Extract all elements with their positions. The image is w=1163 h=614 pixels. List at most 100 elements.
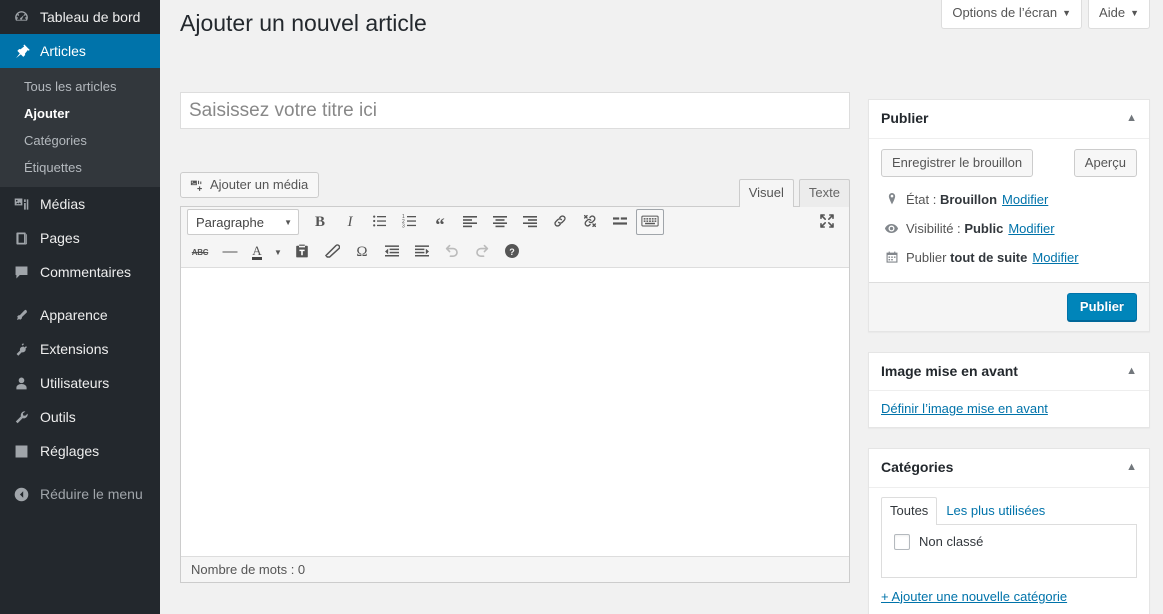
special-character-button[interactable]: Ω — [348, 239, 376, 265]
pin-marker-icon — [882, 192, 901, 206]
tab-text[interactable]: Texte — [798, 179, 850, 207]
post-schedule-value: tout de suite — [950, 249, 1028, 265]
dashboard-icon — [11, 7, 31, 27]
add-media-button[interactable]: Ajouter un média — [180, 172, 320, 198]
paragraph-format-select[interactable]: Paragraphe ▼ — [187, 209, 299, 235]
plugins-plug-icon — [11, 339, 31, 359]
category-checkbox[interactable] — [894, 533, 910, 550]
add-new-category-link[interactable]: + Ajouter une nouvelle catégorie — [881, 589, 1067, 604]
italic-icon: I — [347, 213, 353, 230]
keyboard-shortcuts-button[interactable] — [636, 209, 664, 235]
sidebar-item-medias[interactable]: Médias — [0, 187, 160, 221]
outdent-icon — [384, 243, 400, 262]
align-left-button[interactable] — [456, 209, 484, 235]
category-item[interactable]: Non classé — [892, 533, 1126, 550]
sidebar-item-extensions[interactable]: Extensions — [0, 332, 160, 366]
featured-image-header[interactable]: Image mise en avant ▲ — [869, 353, 1149, 392]
add-media-label: Ajouter un média — [210, 177, 309, 192]
sidebar-item-reglages[interactable]: Réglages — [0, 434, 160, 468]
strikethrough-button[interactable]: ABC — [186, 239, 214, 265]
indent-button[interactable] — [408, 239, 436, 265]
sidebar-item-commentaires[interactable]: Commentaires — [0, 255, 160, 289]
help-toolbar-button[interactable]: ? — [498, 239, 526, 265]
articles-submenu: Tous les articles Ajouter Catégories Éti… — [0, 68, 160, 187]
fullscreen-button[interactable] — [813, 209, 841, 235]
admin-body: Options de l’écran ▼ Aide ▼ Ajouter un nou… — [160, 0, 1163, 614]
save-draft-button[interactable]: Enregistrer le brouillon — [881, 148, 1034, 177]
bold-button[interactable]: B — [306, 209, 334, 235]
text-color-button[interactable]: A — [246, 239, 268, 265]
sidebar-item-utilisateurs[interactable]: Utilisateurs — [0, 366, 160, 400]
outdent-button[interactable] — [378, 239, 406, 265]
edit-schedule-link[interactable]: Modifier — [1032, 248, 1078, 267]
align-right-button[interactable] — [516, 209, 544, 235]
editor-status-bar: Nombre de mots : 0 — [181, 556, 849, 582]
sidebar-item-label: Apparence — [40, 307, 108, 323]
sidebar-item-label: Tableau de bord — [40, 9, 141, 25]
sidebar-item-apparence[interactable]: Apparence — [0, 298, 160, 332]
post-visibility-row: Visibilité : Public Modifier — [881, 214, 1137, 243]
post-content-editable-area[interactable] — [181, 268, 849, 556]
set-featured-image-link[interactable]: Définir l’image mise en avant — [881, 391, 1048, 416]
fullscreen-icon — [819, 213, 835, 232]
meta-boxes-column: Publier ▲ Enregistrer le brouillon Aperç… — [868, 99, 1150, 614]
help-button[interactable]: Aide ▼ — [1088, 0, 1150, 29]
strikethrough-icon: ABC — [191, 247, 209, 257]
align-center-button[interactable] — [486, 209, 514, 235]
horizontal-rule-button[interactable]: — — [216, 239, 244, 265]
sidebar-item-articles[interactable]: Articles — [0, 34, 168, 68]
post-status-label: État : — [906, 191, 937, 207]
collapse-menu-button[interactable]: Réduire le menu — [0, 477, 160, 511]
post-editor-column: Ajouter un média Visuel Texte — [180, 92, 850, 583]
bulleted-list-button[interactable] — [366, 209, 394, 235]
post-status-value: Brouillon — [939, 191, 998, 207]
post-title-input[interactable] — [180, 92, 850, 129]
editor-toolbar-row-1: Paragraphe ▼ B I 1 2 3 “ — [181, 207, 849, 237]
sidebar-item-outils[interactable]: Outils — [0, 400, 160, 434]
tab-most-used-categories[interactable]: Les plus utilisées — [937, 497, 1054, 524]
blockquote-button[interactable]: “ — [426, 209, 454, 235]
undo-button[interactable] — [438, 239, 466, 265]
screen-options-button[interactable]: Options de l’écran ▼ — [941, 0, 1083, 29]
text-color-dropdown-button[interactable]: ▼ — [270, 239, 286, 265]
submenu-item-categories[interactable]: Catégories — [0, 127, 160, 154]
unlink-button[interactable] — [576, 209, 604, 235]
title-field-wrapper — [180, 92, 850, 129]
align-right-icon — [522, 213, 538, 232]
sidebar-item-tableau-de-bord[interactable]: Tableau de bord — [0, 0, 160, 34]
pin-icon — [11, 41, 31, 61]
chevron-up-icon[interactable]: ▲ — [1126, 462, 1137, 473]
categories-inside: Toutes Les plus utilisées Non classé + A… — [869, 496, 1149, 614]
tab-all-categories[interactable]: Toutes — [881, 496, 938, 525]
publish-box-header[interactable]: Publier ▲ — [869, 100, 1149, 139]
edit-visibility-link[interactable]: Modifier — [1008, 219, 1054, 238]
paste-as-text-button[interactable] — [288, 239, 316, 265]
keyboard-shortcuts-icon — [641, 214, 659, 231]
text-color-icon: A — [252, 243, 262, 260]
draft-preview-row: Enregistrer le brouillon Aperçu — [881, 148, 1137, 177]
redo-button[interactable] — [468, 239, 496, 265]
publish-button[interactable]: Publier — [1066, 292, 1137, 321]
submenu-item-tous-les-articles[interactable]: Tous les articles — [0, 73, 160, 100]
chevron-up-icon[interactable]: ▲ — [1126, 113, 1137, 124]
submenu-item-etiquettes[interactable]: Étiquettes — [0, 154, 160, 181]
clear-formatting-button[interactable] — [318, 239, 346, 265]
preview-button[interactable]: Aperçu — [1073, 148, 1137, 177]
align-center-icon — [492, 213, 508, 232]
chevron-up-icon[interactable]: ▲ — [1126, 365, 1137, 377]
read-more-button[interactable] — [606, 209, 634, 235]
major-publishing-actions: Publier — [869, 281, 1149, 331]
edit-status-link[interactable]: Modifier — [1002, 190, 1048, 209]
sidebar-item-pages[interactable]: Pages — [0, 221, 160, 255]
numbered-list-button[interactable]: 123 — [396, 209, 424, 235]
add-media-icon — [189, 178, 204, 193]
chevron-down-icon: ▼ — [284, 217, 292, 227]
bold-icon: B — [314, 213, 325, 230]
submenu-item-ajouter[interactable]: Ajouter — [0, 100, 160, 127]
categories-header[interactable]: Catégories ▲ — [869, 449, 1149, 488]
link-button[interactable] — [546, 209, 574, 235]
media-icon — [11, 194, 31, 214]
tab-visual[interactable]: Visuel — [738, 179, 794, 207]
italic-button[interactable]: I — [336, 209, 364, 235]
post-visibility-label: Visibilité : — [906, 220, 961, 236]
